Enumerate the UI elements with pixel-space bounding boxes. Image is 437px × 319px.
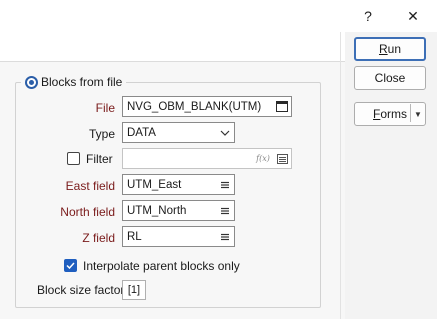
type-label: Type (88, 127, 115, 141)
z-field-value: RL (127, 230, 142, 243)
type-select[interactable]: DATA (122, 122, 235, 143)
close-icon: ✕ (407, 7, 419, 24)
interpolate-checkbox[interactable] (64, 259, 77, 272)
filter-checkbox[interactable] (67, 152, 80, 165)
form-header-band (0, 32, 345, 62)
close-button-label: Close (374, 71, 406, 85)
block-size-factor-field[interactable]: [1] (122, 280, 146, 300)
block-size-factor-value: [1] (127, 284, 141, 296)
north-field-input[interactable]: UTM_North (122, 200, 235, 221)
east-field-label: East field (65, 179, 115, 193)
east-field-input[interactable]: UTM_East (122, 174, 235, 195)
checkmark-icon (66, 262, 75, 269)
z-field-input[interactable]: RL (122, 226, 235, 247)
close-button[interactable]: Close (354, 66, 426, 90)
list-icon[interactable] (216, 227, 234, 246)
north-field-value: UTM_North (127, 204, 187, 217)
run-button[interactable]: Run (354, 37, 426, 61)
window-close-button[interactable]: ✕ (393, 0, 433, 32)
list-icon[interactable] (273, 149, 291, 168)
pane-divider (340, 32, 341, 319)
help-icon: ? (364, 8, 372, 24)
list-icon[interactable] (216, 175, 234, 194)
file-label: File (95, 101, 115, 115)
interpolate-label: Interpolate parent blocks only (83, 259, 240, 273)
blocks-from-file-label: Blocks from file (41, 75, 123, 89)
file-value: NVG_OBM_BLANK(UTM) (127, 100, 262, 113)
block-size-factor-label: Block size factor (37, 283, 125, 297)
chevron-down-icon: ▼ (414, 109, 422, 119)
filter-expression-field[interactable]: f(x) (122, 148, 292, 169)
east-field-value: UTM_East (127, 178, 182, 191)
file-field[interactable]: NVG_OBM_BLANK(UTM) (122, 96, 292, 117)
blocks-from-file-option[interactable]: Blocks from file (21, 74, 127, 90)
help-button[interactable]: ? (348, 0, 388, 32)
type-value: DATA (127, 126, 156, 139)
filter-label: Filter (86, 152, 113, 166)
chevron-down-icon (216, 123, 234, 142)
window-icon[interactable] (273, 97, 291, 116)
title-bar: ? ✕ (0, 0, 437, 32)
run-button-label: Run (378, 42, 402, 56)
forms-dropdown-button[interactable]: ▼ (411, 102, 425, 126)
list-icon[interactable] (216, 201, 234, 220)
north-field-label: North field (60, 205, 115, 219)
forms-button-label: Forms (373, 107, 408, 121)
function-icon[interactable]: f(x) (253, 149, 273, 168)
radio-selected-icon[interactable] (25, 75, 38, 89)
z-field-label: Z field (82, 231, 115, 245)
